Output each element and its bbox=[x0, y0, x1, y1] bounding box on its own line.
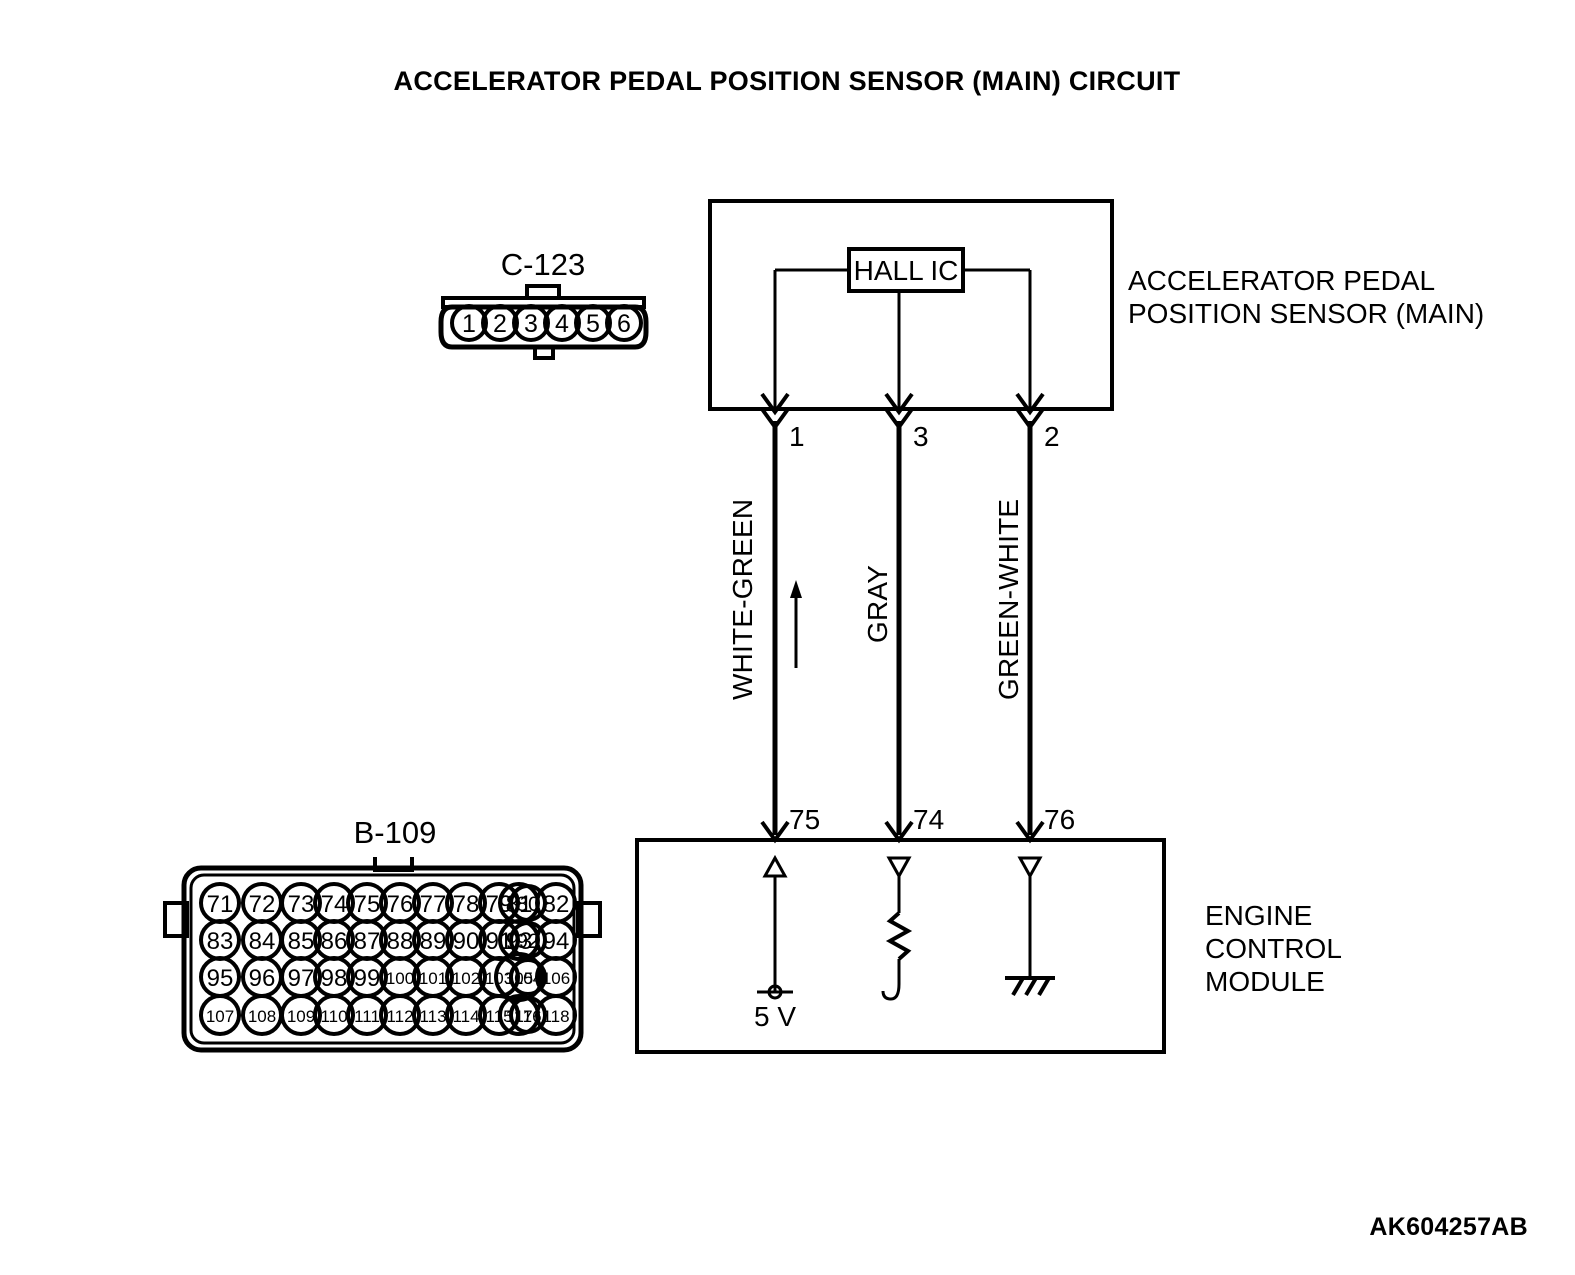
b109-pin-99: 99 bbox=[354, 965, 381, 992]
b109-pin-101: 101 bbox=[419, 969, 447, 988]
b109-pin-96: 96 bbox=[249, 965, 276, 992]
b109-pin-102: 102 bbox=[452, 969, 480, 988]
wiring-diagram-canvas: ACCELERATOR PEDAL POSITION SENSOR (MAIN)… bbox=[163, 66, 1528, 1241]
b109-row-2: 83 84 85 86 87 88 89 90 91 92 bbox=[199, 919, 547, 961]
ecm-label-line2: CONTROL bbox=[1205, 933, 1342, 964]
b109-pin-89: 89 bbox=[420, 928, 447, 955]
b109-pin-95: 95 bbox=[207, 965, 234, 992]
b109-pin-112: 112 bbox=[386, 1007, 413, 1026]
b109-pin-72: 72 bbox=[249, 891, 276, 918]
b109-pin-73: 73 bbox=[288, 891, 315, 918]
ecm-block: 5 V ENGINE CONTROL MODULE bbox=[635, 838, 1342, 1054]
b109-pin-111: 111 bbox=[354, 1007, 380, 1026]
sensor-pin-number-3: 3 bbox=[913, 421, 929, 452]
ecm-internal-5v-source: 5 V bbox=[754, 854, 796, 1032]
ground-hatch-2 bbox=[1024, 976, 1038, 997]
b109-pin-93: 93 bbox=[506, 928, 533, 955]
b109-pin-106: 106 bbox=[542, 969, 570, 988]
wiring-diagram-page: ACCELERATOR PEDAL POSITION SENSOR (MAIN)… bbox=[0, 0, 1575, 1275]
c123-pin-6: 6 bbox=[617, 310, 631, 338]
b109-pin-76: 76 bbox=[387, 891, 414, 918]
c123-pin-3: 3 bbox=[524, 310, 538, 338]
b109-pin-105: 105 bbox=[505, 969, 533, 988]
b109-pin-109: 109 bbox=[287, 1007, 315, 1026]
wire-harness bbox=[772, 421, 1033, 835]
ecm-label-line3: MODULE bbox=[1205, 966, 1325, 997]
ground-hatch-3 bbox=[1037, 976, 1051, 997]
ecm-internal-ground bbox=[1005, 856, 1055, 997]
b109-pin-74: 74 bbox=[321, 891, 348, 918]
c123-pin-circles bbox=[450, 304, 643, 342]
b109-pin-84: 84 bbox=[249, 928, 276, 955]
b109-pin-117: 117 bbox=[505, 1007, 532, 1026]
b109-pin-83: 83 bbox=[207, 928, 234, 955]
sensor-block-label-line1: ACCELERATOR PEDAL bbox=[1128, 265, 1435, 296]
ecm-internal-resistor bbox=[881, 856, 913, 1001]
connector-c123-label: C-123 bbox=[501, 247, 585, 282]
sensor-block-label-line2: POSITION SENSOR (MAIN) bbox=[1128, 298, 1484, 329]
direction-arrow-head bbox=[790, 580, 802, 598]
b109-pin-82: 82 bbox=[543, 891, 570, 918]
ground-hatch-1 bbox=[1011, 976, 1025, 997]
b109-pin-118: 118 bbox=[542, 1007, 569, 1026]
b109-pin-97: 97 bbox=[288, 965, 315, 992]
b109-pin-113: 113 bbox=[419, 1007, 446, 1026]
b109-pin-85: 85 bbox=[288, 928, 315, 955]
b109-row-1: 71 72 73 74 75 76 77 78 79 80 bbox=[199, 882, 547, 924]
b109-pin-87: 87 bbox=[354, 928, 381, 955]
sensor-block: HALL IC ACCELERATOR PEDAL POSITION SENSO… bbox=[708, 199, 1484, 411]
sensor-pin-number-1: 1 bbox=[789, 421, 805, 452]
b109-pin-88: 88 bbox=[387, 928, 414, 955]
b109-pin-71: 71 bbox=[207, 891, 234, 918]
b109-pin-78: 78 bbox=[453, 891, 480, 918]
resistor-zigzag bbox=[885, 911, 913, 961]
b109-row-3: 95 96 97 98 99 100 101 102 103 104 bbox=[199, 956, 547, 998]
chassis-ground-icon bbox=[1005, 976, 1055, 997]
b109-pin-75: 75 bbox=[354, 891, 381, 918]
ecm-pin-number-74: 74 bbox=[913, 804, 944, 835]
hall-ic-label: HALL IC bbox=[854, 255, 959, 286]
wire-label-green-white: GREEN-WHITE bbox=[993, 499, 1024, 700]
ecm-pin-number-75: 75 bbox=[789, 804, 820, 835]
resistor-terminator-curl bbox=[881, 983, 901, 1001]
ecm-triangle-down-76 bbox=[1017, 856, 1043, 880]
reference-code: AK604257AB bbox=[1369, 1213, 1528, 1241]
current-direction-arrow-icon bbox=[790, 580, 802, 668]
b109-row-4: 107 108 109 110 111 112 113 114 115 116 bbox=[199, 994, 547, 1036]
wire-label-gray: GRAY bbox=[862, 565, 893, 643]
b109-pin-100: 100 bbox=[386, 969, 414, 988]
ecm-supply-label: 5 V bbox=[754, 1001, 796, 1032]
b109-pin-86: 86 bbox=[321, 928, 348, 955]
b109-pin-114: 114 bbox=[452, 1007, 479, 1026]
wire-label-white-green: WHITE-GREEN bbox=[727, 499, 758, 700]
connector-b109-label: B-109 bbox=[354, 815, 437, 850]
b109-pin-90: 90 bbox=[453, 928, 480, 955]
ecm-pin-number-76: 76 bbox=[1044, 804, 1075, 835]
b109-pin-81: 81 bbox=[506, 891, 533, 918]
ecm-label-line1: ENGINE bbox=[1205, 900, 1312, 931]
ecm-triangle-up-75 bbox=[762, 854, 788, 878]
sensor-block-box bbox=[708, 199, 1114, 411]
b109-pin-94: 94 bbox=[543, 928, 570, 955]
b109-pin-110: 110 bbox=[320, 1007, 347, 1026]
b109-pin-98: 98 bbox=[321, 965, 348, 992]
wire-labels: WHITE-GREEN GRAY GREEN-WHITE bbox=[727, 499, 1024, 700]
c123-pin-5: 5 bbox=[586, 310, 600, 338]
b109-pin-108: 108 bbox=[248, 1007, 276, 1026]
sensor-pin-numbers: 1 3 2 bbox=[789, 421, 1060, 452]
ecm-triangle-down-74 bbox=[886, 856, 912, 880]
c123-pin-1: 1 bbox=[462, 310, 476, 338]
connector-c123[interactable]: C-123 1 2 3 4 5 6 bbox=[438, 247, 649, 360]
page-title: ACCELERATOR PEDAL POSITION SENSOR (MAIN)… bbox=[394, 66, 1181, 96]
b109-pin-107: 107 bbox=[206, 1007, 234, 1026]
b109-final-columns: 81 82 93 94 105 106 117 118 bbox=[494, 882, 577, 1036]
c123-pin-2: 2 bbox=[493, 310, 507, 338]
c123-top-tab bbox=[525, 284, 561, 300]
b109-pin-77: 77 bbox=[420, 891, 447, 918]
c123-pin-4: 4 bbox=[555, 310, 569, 338]
sensor-pin-number-2: 2 bbox=[1044, 421, 1060, 452]
